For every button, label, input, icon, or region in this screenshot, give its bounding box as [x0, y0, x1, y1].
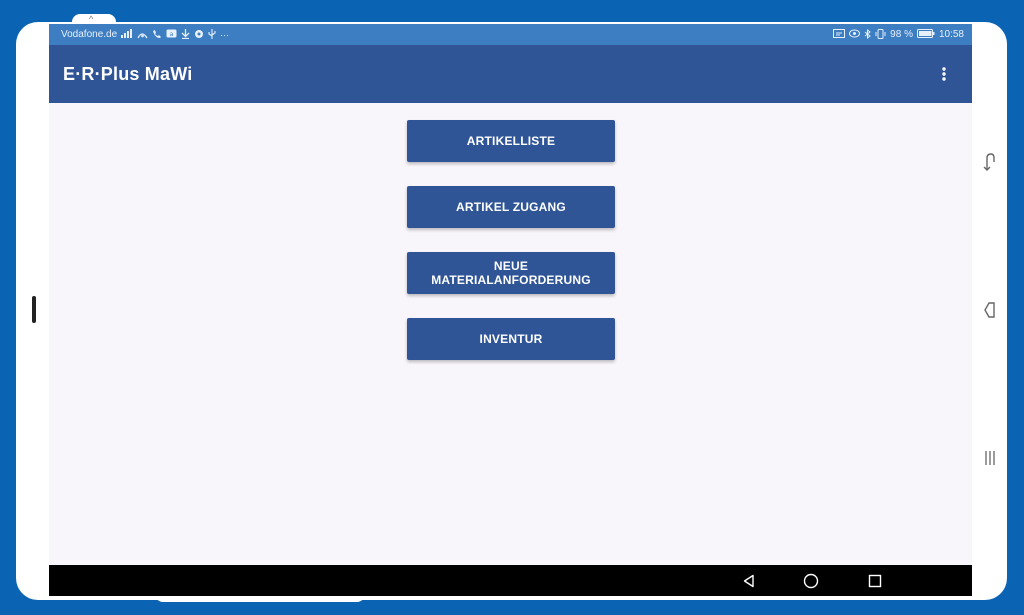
- svg-text:a: a: [170, 31, 174, 38]
- message-icon: a: [166, 29, 177, 40]
- vibrate-icon: [875, 28, 886, 41]
- side-menu-icon[interactable]: [978, 446, 1002, 470]
- home-icon[interactable]: [799, 569, 823, 593]
- battery-percent: 98 %: [890, 29, 913, 40]
- status-bar: Vodafone.de a ··· 98 % 10:58: [49, 24, 972, 45]
- battery-icon: [916, 29, 935, 40]
- neue-materialanforderung-button[interactable]: NEUE MATERIALANFORDERUNG: [407, 252, 615, 294]
- eye-icon: [849, 29, 861, 40]
- more-icon: ···: [220, 29, 230, 40]
- inventur-button[interactable]: INVENTUR: [407, 318, 615, 360]
- location-icon: [194, 29, 204, 41]
- side-back-icon[interactable]: [978, 298, 1002, 322]
- recents-icon[interactable]: [863, 569, 887, 593]
- clock: 10:58: [938, 29, 964, 40]
- carrier-name: Vodafone.de: [61, 29, 118, 40]
- back-icon[interactable]: [737, 569, 761, 593]
- nfc-icon: [137, 29, 148, 41]
- bluetooth-icon: [864, 28, 871, 41]
- call-icon: [152, 29, 162, 41]
- device-side-handle: [32, 296, 36, 323]
- navigation-bar: [49, 565, 972, 596]
- signal-icon: [121, 29, 133, 40]
- usb-icon: [208, 28, 216, 41]
- artikel-zugang-button[interactable]: ARTIKEL ZUGANG: [407, 186, 615, 228]
- download-icon: [181, 28, 190, 41]
- device-screen: Vodafone.de a ··· 98 % 10:58 E·R·Plus Ma…: [49, 24, 972, 596]
- artikelliste-button[interactable]: ARTIKELLISTE: [407, 120, 615, 162]
- app-title: E·R·Plus MaWi: [63, 63, 193, 84]
- chevron-up-icon: ^: [89, 14, 94, 24]
- cast-icon: [833, 29, 846, 40]
- app-bar: E·R·Plus MaWi: [49, 45, 972, 103]
- more-vert-icon[interactable]: [934, 62, 954, 86]
- rotate-icon[interactable]: [978, 150, 1002, 174]
